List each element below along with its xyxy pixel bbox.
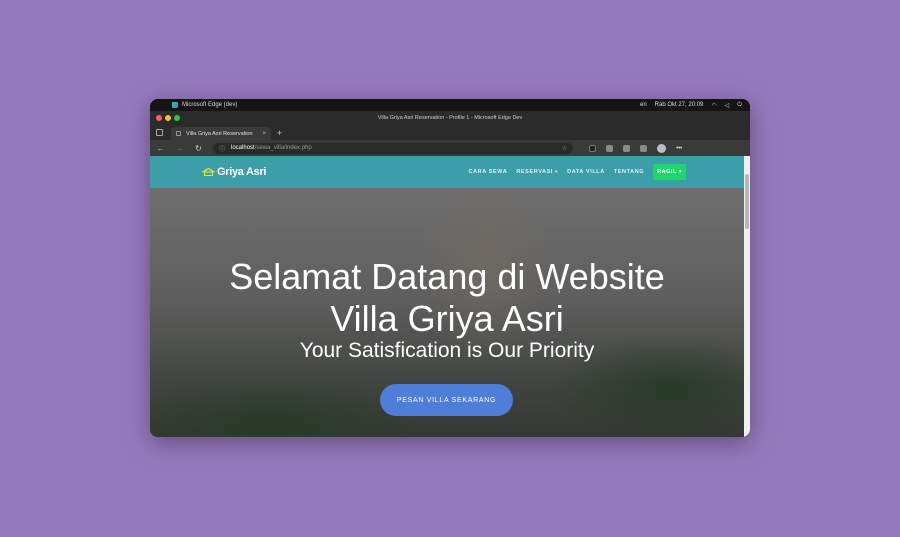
extension-icon[interactable] <box>589 144 596 152</box>
hero-title-line-1: Selamat Datang di Website <box>229 256 665 297</box>
menu-data-villa[interactable]: DATA VILLA <box>567 169 605 175</box>
maximize-window-button[interactable] <box>174 115 180 121</box>
url-path: /sewa_villa/index.php <box>254 145 312 151</box>
scrollbar-thumb[interactable] <box>745 174 749 229</box>
address-bar[interactable]: ⓘ localhost/sewa_villa/index.php ☆ <box>213 142 573 154</box>
site-brand[interactable]: Griya Asri <box>202 166 266 178</box>
favorite-star-icon[interactable]: ☆ <box>562 145 567 152</box>
language-indicator[interactable]: en <box>640 102 647 108</box>
browser-essentials-icon[interactable] <box>623 144 630 152</box>
tab-strip: Villa Griya Asri Reservation × + <box>150 125 750 140</box>
extensions-puzzle-icon[interactable] <box>640 144 647 152</box>
extension-icons: ••• <box>589 143 682 153</box>
minimize-window-button[interactable] <box>165 115 171 121</box>
text-cursor-icon: I <box>558 286 561 295</box>
close-window-button[interactable] <box>156 115 162 121</box>
window-title: Villa Griya Asri Reservation - Profile 1… <box>377 115 523 121</box>
hero-subtitle: Your Satisfication is Our Priority <box>299 339 595 362</box>
volume-icon[interactable]: ◁ <box>725 102 730 109</box>
clock[interactable]: Rab Okt 27, 20:09 <box>655 102 704 108</box>
back-arrow-icon[interactable]: ← <box>156 144 165 153</box>
profile-avatar[interactable] <box>657 143 666 153</box>
close-tab-icon[interactable]: × <box>262 131 266 137</box>
browser-window: Microsoft Edge (dev) en Rab Okt 27, 20:0… <box>150 99 750 437</box>
hero-title: Selamat Datang di Website Villa Griya As… <box>150 256 744 340</box>
site-info-icon[interactable]: ⓘ <box>219 144 225 153</box>
tab-villa-griya-asri[interactable]: Villa Griya Asri Reservation × <box>171 127 271 140</box>
refresh-icon[interactable]: ↻ <box>194 144 203 153</box>
collections-icon[interactable] <box>606 144 613 152</box>
active-app-name[interactable]: Microsoft Edge (dev) <box>182 102 237 108</box>
page-scrollbar[interactable] <box>744 156 750 437</box>
url-host: localhost <box>231 145 255 151</box>
book-villa-button[interactable]: PESAN VILLA SEKARANG <box>380 384 513 416</box>
os-menu-bar: Microsoft Edge (dev) en Rab Okt 27, 20:0… <box>150 99 750 111</box>
wifi-icon[interactable]: ◠ <box>711 102 716 109</box>
site-navbar: Griya Asri CARA SEWA RESERVASI DATA VILL… <box>150 156 744 188</box>
forward-arrow-icon[interactable]: → <box>175 144 184 153</box>
tab-label: Villa Griya Asri Reservation <box>186 130 253 137</box>
site-menu: CARA SEWA RESERVASI DATA VILLA TENTANG R… <box>469 164 686 180</box>
edge-app-icon <box>172 102 178 108</box>
page-viewport: Griya Asri CARA SEWA RESERVASI DATA VILL… <box>150 156 750 437</box>
hero-section: Selamat Datang di Website Villa Griya As… <box>150 188 744 437</box>
tab-actions-icon[interactable] <box>156 129 163 136</box>
menu-reservasi-dropdown[interactable]: RESERVASI <box>516 169 558 175</box>
navigation-toolbar: ← → ↻ ⓘ localhost/sewa_villa/index.php ☆… <box>150 140 750 156</box>
new-tab-button[interactable]: + <box>277 129 282 138</box>
os-status-area: en Rab Okt 27, 20:09 ◠ ◁ ⏻ <box>640 102 742 109</box>
user-menu-button[interactable]: RAGIL ▾ <box>653 164 686 180</box>
menu-cara-sewa[interactable]: CARA SEWA <box>469 169 508 175</box>
house-logo-icon <box>202 168 215 176</box>
power-icon[interactable]: ⏻ <box>737 102 742 109</box>
hero-title-line-2: Villa Griya Asri <box>330 298 564 339</box>
menu-tentang[interactable]: TENTANG <box>614 169 644 175</box>
more-options-icon[interactable]: ••• <box>676 145 682 152</box>
page-favicon-icon <box>176 131 181 136</box>
brand-name: Griya Asri <box>217 166 267 178</box>
window-title-bar: Villa Griya Asri Reservation - Profile 1… <box>150 111 750 125</box>
